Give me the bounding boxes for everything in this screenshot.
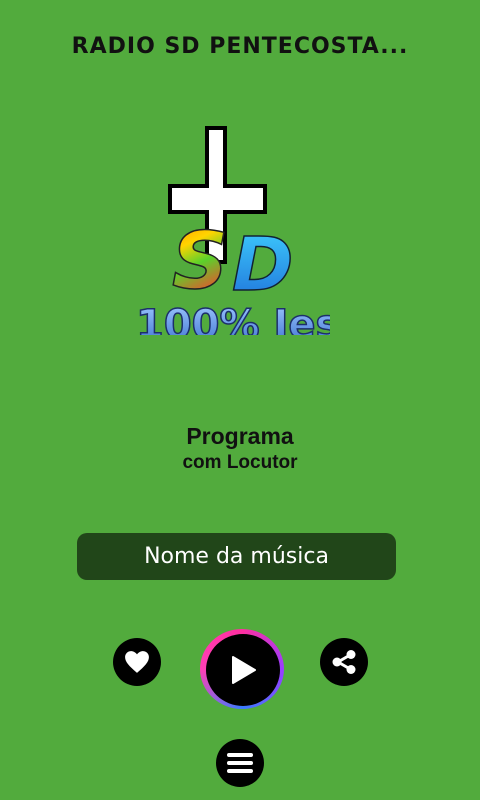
logo-letter-d: D	[232, 222, 293, 308]
song-title: Nome da música	[144, 544, 329, 569]
now-playing-bar: Nome da música	[77, 533, 396, 580]
play-button[interactable]	[200, 629, 286, 711]
menu-icon	[227, 753, 253, 773]
heart-icon	[125, 651, 149, 673]
station-logo: S D 100% Jesu	[110, 110, 330, 335]
share-icon	[332, 650, 356, 674]
program-host: com Locutor	[182, 452, 298, 473]
like-button[interactable]	[113, 638, 161, 686]
logo-letter-s: S	[172, 217, 228, 307]
app-title: RADIO SD PENTECOSTA...	[71, 34, 409, 59]
program-name: Programa	[186, 423, 294, 449]
share-button[interactable]	[320, 638, 368, 686]
play-icon	[232, 656, 256, 684]
logo-tagline: 100% Jesu	[136, 302, 330, 335]
program-info: Programa com Locutor	[0, 423, 480, 474]
play-button-core	[206, 634, 280, 706]
menu-button[interactable]	[216, 739, 264, 787]
